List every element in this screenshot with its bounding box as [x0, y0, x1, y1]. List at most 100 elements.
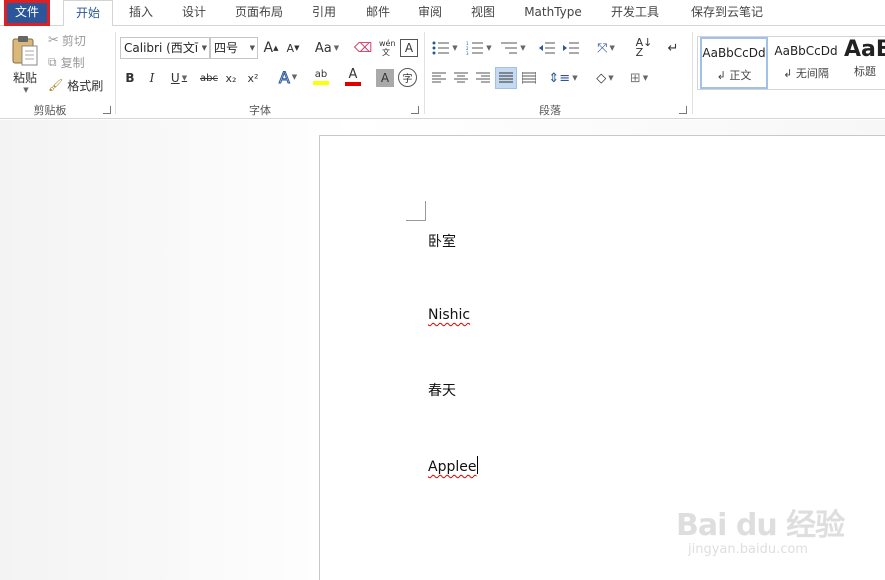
style-heading-name: 标题: [854, 65, 876, 78]
align-center-icon: [454, 72, 468, 83]
format-painter-icon: 🖌: [48, 78, 64, 92]
clipboard-launcher-icon[interactable]: [103, 106, 111, 114]
character-shading-button[interactable]: A: [376, 69, 394, 87]
paragraph-launcher-icon[interactable]: [679, 106, 687, 114]
bold-button[interactable]: B: [122, 69, 138, 87]
format-painter-button[interactable]: 🖌 格式刷: [48, 76, 103, 94]
clipboard-group-label: 剪贴板: [33, 104, 67, 117]
tab-mathtype[interactable]: MathType: [514, 0, 592, 26]
character-shading-icon: A: [380, 71, 390, 85]
watermark: Bai du 经验 jingyan.baidu.com: [676, 500, 876, 570]
phonetic-guide-icon: wén 文: [379, 39, 396, 57]
chinese-layout-button[interactable]: ⤧ ▼: [590, 39, 622, 57]
document-paragraph[interactable]: Nishic: [428, 307, 470, 323]
paragraph-group-label: 段落: [539, 104, 561, 117]
document-paragraph[interactable]: 卧室: [428, 231, 456, 251]
grow-font-icon: A: [263, 40, 274, 56]
highlight-color-button[interactable]: ab: [306, 67, 336, 87]
style-no-spacing-name: ↲ 无间隔: [783, 67, 829, 80]
text-cursor: [477, 456, 479, 474]
style-normal-sample: AaBbCcDd: [702, 46, 766, 60]
italic-button[interactable]: I: [144, 69, 160, 87]
numbering-icon: 123: [466, 41, 484, 55]
shading-button[interactable]: ◇ ▼: [590, 69, 620, 87]
document-paragraph[interactable]: 春天: [428, 380, 456, 400]
sort-button[interactable]: A↓ Z: [634, 36, 654, 59]
bullets-icon: [432, 41, 450, 55]
highlighter-icon: ab: [314, 69, 328, 80]
group-divider: [424, 32, 425, 114]
align-center-button[interactable]: [452, 69, 470, 87]
numbering-button[interactable]: 1 2 3 ▼: [464, 39, 494, 57]
tab-developer[interactable]: 开发工具: [600, 0, 670, 26]
align-right-button[interactable]: [474, 69, 492, 87]
change-case-button[interactable]: Aa ▼: [312, 39, 342, 57]
group-divider: [115, 32, 116, 114]
strikethrough-button[interactable]: abc: [198, 69, 220, 87]
italic-icon: I: [149, 71, 155, 85]
strikethrough-icon: abc: [200, 72, 218, 84]
misspelled-word[interactable]: Applee: [428, 459, 476, 475]
distributed-button[interactable]: [520, 69, 538, 87]
tab-page-layout[interactable]: 页面布局: [226, 0, 292, 26]
cut-button[interactable]: ✂ 剪切: [48, 31, 86, 49]
paragraph-mark-icon: ↵: [667, 40, 679, 56]
superscript-button[interactable]: x²: [244, 69, 262, 87]
font-name-combo[interactable]: Calibri (西文ī ▼: [120, 37, 210, 59]
tab-save-to-cloud-notes[interactable]: 保存到云笔记: [680, 0, 774, 26]
multilevel-list-icon: [501, 42, 518, 54]
borders-button[interactable]: ⊞ ▼: [624, 69, 654, 87]
style-no-spacing[interactable]: AaBbCcDd ↲ 无间隔: [770, 37, 842, 89]
phonetic-guide-button[interactable]: wén 文: [376, 37, 396, 59]
align-left-button[interactable]: [430, 69, 448, 87]
style-normal[interactable]: AaBbCcDd ↲ 正文: [700, 37, 768, 89]
paste-button[interactable]: 粘贴 ▼: [6, 32, 44, 96]
tab-review[interactable]: 审阅: [408, 0, 452, 26]
underline-icon: U: [170, 71, 180, 85]
svg-text:3: 3: [466, 51, 469, 55]
tab-view[interactable]: 视图: [461, 0, 505, 26]
misspelled-word[interactable]: Nishic: [428, 307, 470, 323]
margin-corner-mark: [406, 201, 426, 221]
tab-insert[interactable]: 插入: [120, 0, 162, 26]
justify-button[interactable]: [495, 67, 517, 89]
multilevel-list-button[interactable]: ▼: [498, 39, 528, 57]
tab-mailings[interactable]: 邮件: [356, 0, 400, 26]
align-right-icon: [476, 72, 490, 83]
chevron-down-icon: ▼: [23, 85, 29, 94]
decrease-indent-icon: [539, 42, 555, 54]
decrease-indent-button[interactable]: [538, 39, 556, 57]
style-heading-sample: AaB: [844, 37, 885, 62]
show-formatting-marks-button[interactable]: ↵: [664, 39, 682, 57]
copy-button[interactable]: ⧉ 复制: [48, 53, 85, 71]
line-spacing-icon: ⇕≡: [548, 70, 571, 86]
font-color-button[interactable]: A: [338, 67, 368, 87]
line-spacing-button[interactable]: ⇕≡ ▼: [548, 69, 578, 87]
sort-icon: A↓ Z: [635, 36, 653, 59]
distributed-icon: [522, 72, 536, 84]
enclose-characters-button[interactable]: 字: [398, 68, 417, 87]
bold-icon: B: [125, 71, 135, 85]
tab-home[interactable]: 开始: [63, 0, 113, 27]
document-paragraph[interactable]: Applee: [428, 456, 479, 475]
shrink-font-button[interactable]: A ▼: [284, 39, 302, 57]
grow-font-button[interactable]: A ▲: [262, 39, 280, 57]
bullets-button[interactable]: ▼: [430, 39, 460, 57]
text-effects-button[interactable]: A ▼: [274, 67, 302, 87]
font-launcher-icon[interactable]: [411, 106, 419, 114]
style-heading[interactable]: AaB 标题: [844, 37, 885, 89]
font-color-swatch: [345, 82, 361, 86]
borders-icon: ⊞: [629, 70, 641, 86]
subscript-button[interactable]: x₂: [222, 69, 240, 87]
tab-design[interactable]: 设计: [172, 0, 216, 26]
increase-indent-button[interactable]: [562, 39, 580, 57]
font-color-icon: A: [348, 67, 358, 82]
clear-formatting-button[interactable]: ⌫: [354, 39, 372, 57]
tab-references[interactable]: 引用: [302, 0, 346, 26]
eraser-icon: ⌫: [353, 40, 373, 56]
underline-button[interactable]: U ▼: [166, 69, 192, 87]
tab-file[interactable]: 文件: [4, 0, 50, 26]
watermark-logo-text: Bai du 经验: [676, 508, 845, 543]
character-border-button[interactable]: A: [400, 39, 418, 57]
font-size-combo[interactable]: 四号 ▼: [210, 37, 258, 59]
